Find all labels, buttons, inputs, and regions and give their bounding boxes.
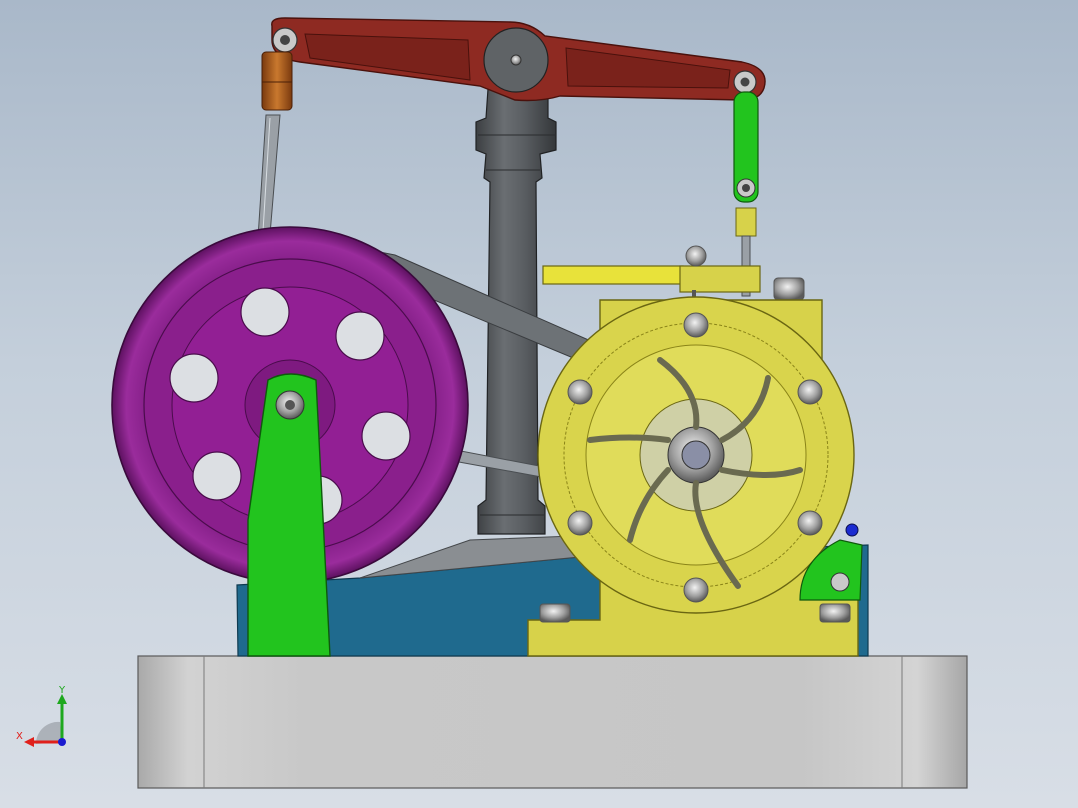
base-plate[interactable] [137, 655, 968, 789]
rocker-arm[interactable] [542, 245, 805, 302]
beam-pin-right[interactable] [733, 70, 757, 94]
crosshead-left[interactable] [261, 51, 293, 111]
graphics-viewport[interactable]: Y X [0, 0, 1078, 808]
beam-pivot[interactable] [483, 27, 549, 93]
beam-pin-left[interactable] [272, 27, 298, 53]
z-axis-dot [58, 738, 66, 746]
model-scene[interactable] [0, 0, 1078, 808]
reference-triad: Y X [14, 686, 74, 752]
x-axis-label: X [16, 731, 23, 742]
y-axis-label: Y [59, 685, 66, 696]
valve-link[interactable] [733, 91, 759, 297]
x-axis-arrowhead [24, 737, 34, 747]
